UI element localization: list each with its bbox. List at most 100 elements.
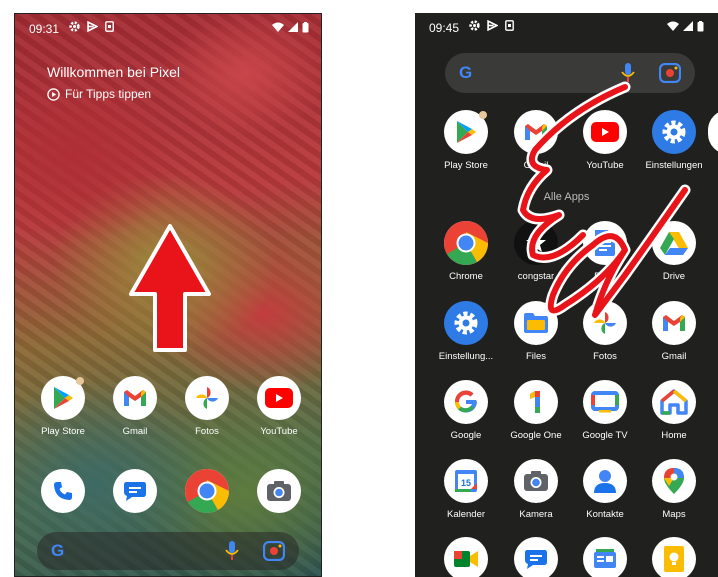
docs-icon	[595, 230, 615, 256]
google-logo: G	[51, 541, 65, 560]
app-label: Google One	[510, 430, 562, 441]
app-kontakte[interactable]: Kontakte	[570, 459, 640, 520]
home-icon	[660, 389, 688, 415]
google-tv-icon	[591, 391, 619, 413]
home-screen: 09:31 Willkommen bei Pixel Für Tipps tip…	[14, 13, 322, 577]
settings-gear-icon	[662, 120, 686, 144]
contacts-icon	[594, 470, 616, 493]
photos-icon	[196, 387, 218, 409]
app-messages[interactable]	[501, 537, 571, 577]
wifi-icon	[667, 21, 679, 31]
youtube-icon	[265, 388, 293, 408]
lens-icon[interactable]	[659, 63, 681, 83]
app-label: Play Store	[41, 426, 85, 437]
search-bar[interactable]: G	[445, 53, 695, 93]
app-label: Files	[525, 351, 547, 362]
app-label: YouTube	[586, 160, 624, 171]
files-icon	[524, 313, 548, 333]
camera-icon	[267, 481, 291, 501]
app-kalender[interactable]: 15 Kalender	[431, 459, 501, 520]
app-chrome[interactable]: Chrome	[431, 221, 501, 282]
clipped-app-icon	[708, 110, 718, 154]
app-fotos[interactable]: Fotos	[570, 301, 640, 362]
swipe-up-arrow-icon	[129, 224, 211, 352]
battery-icon	[697, 21, 704, 32]
meet-icon	[454, 551, 478, 567]
app-google-tv[interactable]: Google TV	[570, 380, 640, 441]
app-docs[interactable]: Docs	[570, 221, 640, 282]
gmail-icon	[525, 124, 547, 140]
app-meet[interactable]	[431, 537, 501, 577]
calendar-day: 15	[461, 478, 471, 488]
app-drive[interactable]: Drive	[639, 221, 709, 282]
gmail-icon	[124, 390, 146, 406]
flag-icon	[87, 21, 98, 32]
app-label: Fotos	[593, 351, 617, 362]
battery-icon	[302, 22, 309, 33]
search-bar[interactable]: G	[37, 532, 299, 570]
calendar-icon: 15	[455, 470, 477, 492]
app-google-one[interactable]: Google One	[501, 380, 571, 441]
status-time: 09:45	[429, 21, 460, 35]
lens-icon[interactable]	[263, 541, 285, 561]
sim-icon	[105, 21, 114, 32]
app-gmail-2[interactable]: Gmail	[639, 301, 709, 362]
flag-icon	[487, 20, 498, 31]
gear-icon	[69, 21, 80, 32]
app-label: Home	[661, 430, 687, 441]
app-label: Einstellungen	[645, 160, 703, 171]
welcome-title: Willkommen bei Pixel	[47, 64, 181, 80]
photos-icon	[594, 312, 616, 334]
play-store-icon	[54, 387, 73, 409]
play-store-icon	[457, 121, 476, 143]
app-label: Kontakte	[586, 509, 624, 520]
app-chrome[interactable]	[172, 469, 242, 513]
app-label: Google	[450, 430, 482, 441]
app-maps[interactable]: Maps	[639, 459, 709, 520]
app-label: Kamera	[519, 509, 553, 520]
camera-icon	[524, 471, 548, 491]
app-play-store[interactable]: Play Store	[431, 110, 501, 171]
mic-icon[interactable]	[621, 63, 635, 83]
app-kamera[interactable]: Kamera	[501, 459, 571, 520]
google-one-icon	[530, 391, 540, 413]
google-logo: G	[459, 63, 473, 82]
app-files[interactable]: Files	[501, 301, 571, 362]
gear-icon	[469, 20, 480, 31]
section-all-apps: Alle Apps	[543, 191, 590, 203]
app-news[interactable]	[570, 537, 640, 577]
keep-icon	[664, 546, 684, 572]
app-gmail[interactable]: Gmail	[100, 376, 170, 437]
mic-icon[interactable]	[225, 541, 239, 561]
app-einstellungen[interactable]: Einstellungen	[639, 110, 709, 171]
status-time: 09:31	[29, 22, 60, 36]
app-keep[interactable]	[639, 537, 709, 577]
play-circle-icon	[47, 87, 60, 101]
app-camera[interactable]	[244, 469, 314, 513]
app-gmail[interactable]: Gmail	[501, 110, 571, 171]
news-icon	[594, 549, 616, 568]
messages-icon	[124, 482, 146, 501]
app-youtube[interactable]: YouTube	[244, 376, 314, 437]
phone-icon	[54, 482, 72, 500]
app-phone[interactable]	[28, 469, 98, 513]
app-label: YouTube	[260, 426, 298, 437]
maps-pin-icon	[664, 468, 684, 494]
app-label: Gmail	[661, 351, 687, 362]
signal-icon	[683, 21, 693, 31]
app-messages[interactable]	[100, 469, 170, 513]
app-fotos[interactable]: Fotos	[172, 376, 242, 437]
app-home[interactable]: Home	[639, 380, 709, 441]
congstar-icon	[526, 233, 546, 252]
app-youtube[interactable]: YouTube	[570, 110, 640, 171]
app-congstar[interactable]: congstar	[501, 221, 571, 282]
app-label: congstar	[517, 271, 555, 282]
app-google[interactable]: Google	[431, 380, 501, 441]
drive-icon	[660, 232, 688, 255]
app-drawer: 09:45 G Play Store Gmail YouTube Einstel…	[415, 13, 718, 577]
tips-link[interactable]: Für Tipps tippen	[47, 87, 151, 101]
app-label: Play Store	[444, 160, 488, 171]
app-play-store[interactable]: Play Store	[28, 376, 98, 437]
gmail-icon	[663, 315, 685, 331]
app-einstellungen-2[interactable]: Einstellung...	[431, 301, 501, 362]
